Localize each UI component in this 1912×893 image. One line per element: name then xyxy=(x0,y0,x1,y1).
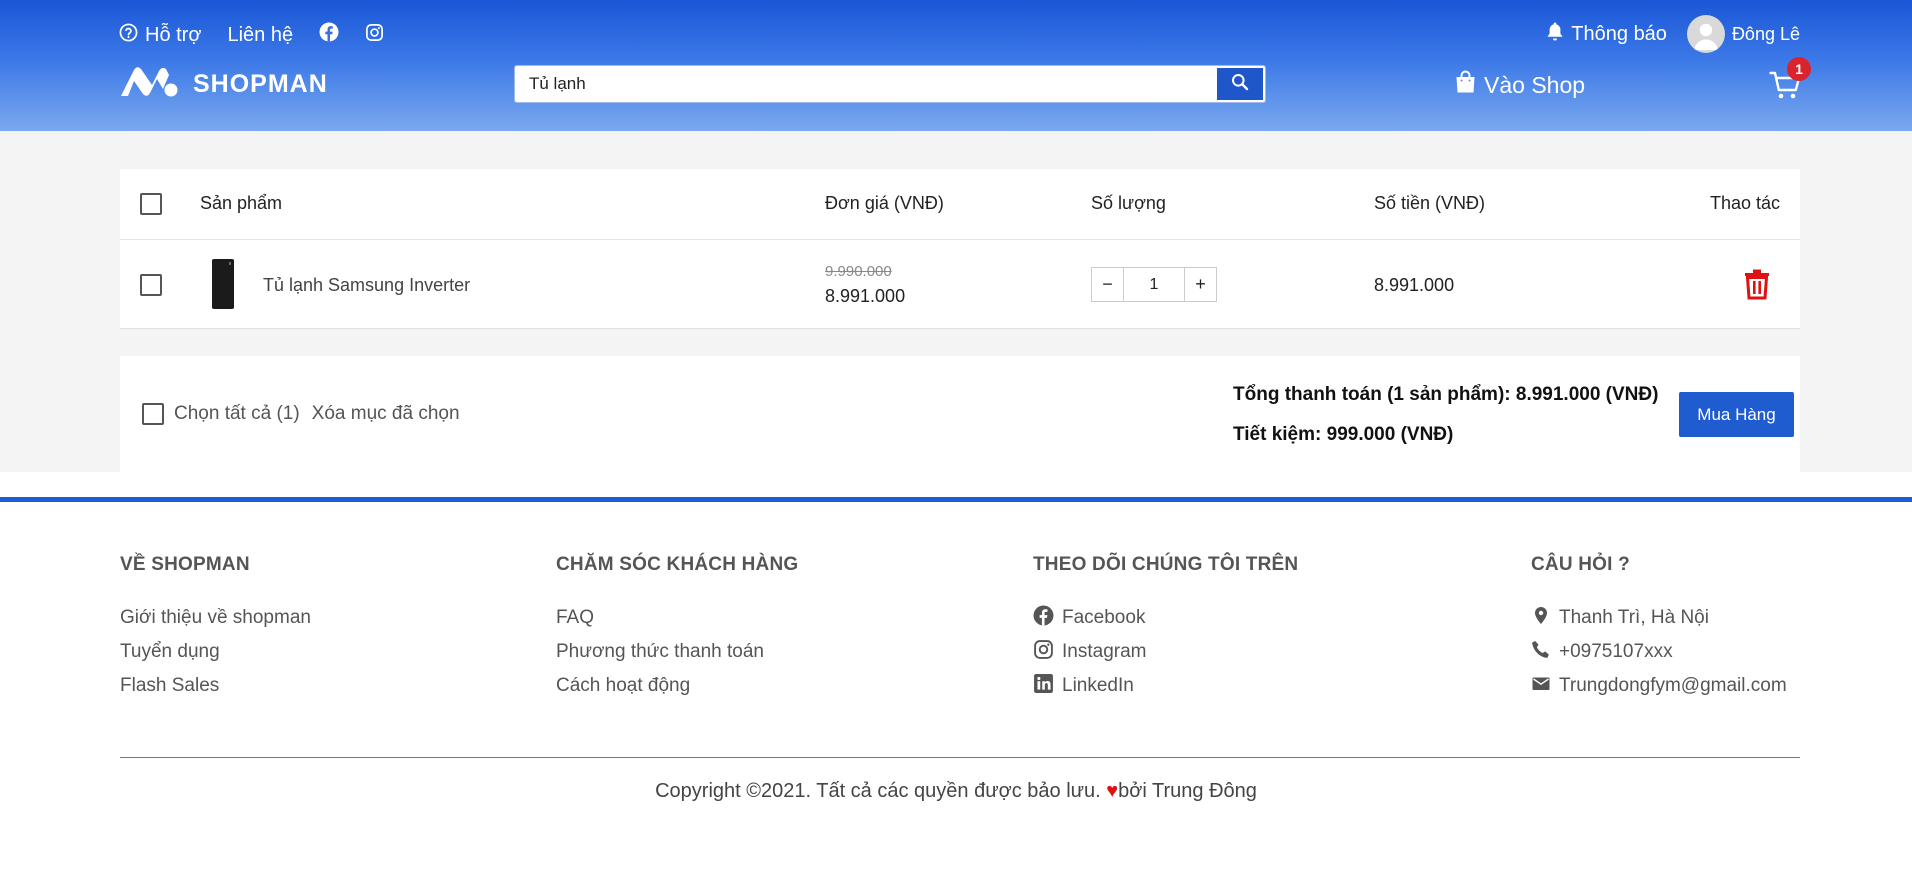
footer-questions-column: CÂU HỎI ? Thanh Trì, Hà Nội +0975107xxx … xyxy=(1531,554,1787,703)
footer-divider xyxy=(120,757,1800,758)
support-link[interactable]: Hỗ trợ xyxy=(119,23,201,48)
product-name[interactable]: Tủ lạnh Samsung Inverter xyxy=(263,275,470,296)
footer-care-column: CHĂM SÓC KHÁCH HÀNG FAQ Phương thức than… xyxy=(556,554,798,703)
savings: Tiết kiệm: 999.000 (VNĐ) xyxy=(1233,424,1454,445)
contact-label: Liên hệ xyxy=(227,23,294,46)
header-top-right: Thông báo Đông Lê xyxy=(1546,15,1800,53)
item-checkbox[interactable] xyxy=(140,274,162,296)
trash-icon xyxy=(1742,269,1772,304)
mail-icon xyxy=(1531,673,1551,700)
footer-link-facebook[interactable]: Facebook xyxy=(1033,601,1298,635)
footer-instagram-label: Instagram xyxy=(1062,641,1147,662)
copyright: Copyright ©2021. Tất cả các quyền được b… xyxy=(0,780,1912,803)
footer-link-instagram[interactable]: Instagram xyxy=(1033,635,1298,669)
footer-linkedin-label: LinkedIn xyxy=(1062,675,1134,696)
footer-follow-title: THEO DÕI CHÚNG TÔI TRÊN xyxy=(1033,554,1299,575)
copyright-author: bởi Trung Đông xyxy=(1118,780,1257,802)
footer-email[interactable]: Trungdongfym@gmail.com xyxy=(1531,669,1787,703)
search-icon xyxy=(1231,73,1249,96)
search-input[interactable] xyxy=(517,68,1217,100)
footer-email-text: Trungdongfym@gmail.com xyxy=(1559,675,1787,696)
column-quantity: Số lượng xyxy=(1091,193,1166,213)
bell-icon xyxy=(1546,21,1564,47)
footer-link-about[interactable]: Giới thiệu về shopman xyxy=(120,601,311,635)
footer-link-how-it-works[interactable]: Cách hoạt động xyxy=(556,669,798,703)
product-image[interactable] xyxy=(212,259,234,309)
footer-address-text: Thanh Trì, Hà Nội xyxy=(1559,607,1709,628)
quantity-increase-button[interactable]: + xyxy=(1184,268,1216,301)
cart-summary: Chọn tất cả (1) Xóa mục đã chọn Tổng tha… xyxy=(120,356,1800,472)
quantity-decrease-button[interactable]: − xyxy=(1092,268,1124,301)
phone-icon xyxy=(1531,639,1551,666)
facebook-link[interactable] xyxy=(319,22,339,48)
cart-table-header: Sản phẩm Đơn giá (VNĐ) Số lượng Số tiền … xyxy=(120,169,1800,240)
footer-link-linkedin[interactable]: LinkedIn xyxy=(1033,669,1298,703)
footer-about-title: VỀ SHOPMAN xyxy=(120,554,250,575)
linkedin-icon xyxy=(1033,673,1054,700)
heart-icon: ♥ xyxy=(1106,780,1119,802)
shop-label: Vào Shop xyxy=(1484,71,1586,98)
shopman-logo[interactable]: SHOPMAN xyxy=(119,66,328,102)
user-name: Đông Lê xyxy=(1731,23,1800,44)
footer-questions-title: CÂU HỎI ? xyxy=(1531,554,1630,575)
instagram-link[interactable] xyxy=(365,23,384,48)
footer-phone-text: +0975107xxx xyxy=(1559,641,1673,662)
logo-m-icon xyxy=(119,65,181,104)
column-unit-price: Đơn giá (VNĐ) xyxy=(825,193,944,213)
select-all-checkbox-top[interactable] xyxy=(140,193,162,215)
footer-link-faq[interactable]: FAQ xyxy=(556,601,798,635)
cart-icon xyxy=(1769,71,1801,104)
support-label: Hỗ trợ xyxy=(145,23,202,46)
shopping-bag-icon xyxy=(1455,70,1476,100)
select-all-group: Chọn tất cả (1) Xóa mục đã chọn xyxy=(142,403,460,425)
contact-link[interactable]: Liên hệ xyxy=(227,24,293,47)
footer-facebook-label: Facebook xyxy=(1062,607,1146,628)
instagram-icon xyxy=(365,23,384,48)
site-header: Hỗ trợ Liên hệ Thông báo Đông Lê SHOPMAN… xyxy=(0,0,1912,131)
header-top-left: Hỗ trợ Liên hệ xyxy=(119,21,384,49)
footer-address: Thanh Trì, Hà Nội xyxy=(1531,601,1787,635)
item-subtotal: 8.991.000 xyxy=(1374,275,1455,295)
footer-phone[interactable]: +0975107xxx xyxy=(1531,635,1787,669)
facebook-icon xyxy=(319,22,339,48)
quantity-input[interactable] xyxy=(1124,268,1184,301)
footer-follow-column: THEO DÕI CHÚNG TÔI TRÊN Facebook Instagr… xyxy=(1033,554,1298,703)
user-menu[interactable]: Đông Lê xyxy=(1686,15,1800,53)
user-avatar-icon xyxy=(1686,15,1725,53)
select-all-label[interactable]: Chọn tất cả (1) xyxy=(174,403,300,425)
cart-table: Sản phẩm Đơn giá (VNĐ) Số lượng Số tiền … xyxy=(120,169,1800,329)
search-bar xyxy=(515,66,1265,102)
column-product: Sản phẩm xyxy=(200,193,283,213)
cart-item-row: Tủ lạnh Samsung Inverter 9.990.000 8.991… xyxy=(120,240,1800,329)
footer-link-flash-sales[interactable]: Flash Sales xyxy=(120,669,311,703)
column-amount: Số tiền (VNĐ) xyxy=(1374,193,1486,213)
logo-text: SHOPMAN xyxy=(193,69,328,98)
copyright-text: Copyright ©2021. Tất cả các quyền được b… xyxy=(655,780,1101,802)
question-circle-icon xyxy=(119,23,138,48)
unit-price: 8.991.000 xyxy=(825,286,906,306)
facebook-icon xyxy=(1033,605,1054,632)
map-pin-icon xyxy=(1531,605,1551,632)
instagram-icon xyxy=(1033,639,1054,666)
select-all-checkbox[interactable] xyxy=(142,403,164,425)
footer-care-title: CHĂM SÓC KHÁCH HÀNG xyxy=(556,554,799,575)
search-button[interactable] xyxy=(1217,68,1263,100)
notification-link[interactable]: Thông báo xyxy=(1546,21,1667,47)
cart-count-badge: 1 xyxy=(1787,57,1811,81)
footer-link-careers[interactable]: Tuyển dụng xyxy=(120,635,311,669)
footer-link-payment-methods[interactable]: Phương thức thanh toán xyxy=(556,635,798,669)
old-price: 9.990.000 xyxy=(825,263,892,280)
footer-top-border xyxy=(0,497,1912,502)
shop-link[interactable]: Vào Shop xyxy=(1455,70,1585,100)
buy-button[interactable]: Mua Hàng xyxy=(1679,392,1794,437)
footer-about-column: VỀ SHOPMAN Giới thiệu về shopman Tuyển d… xyxy=(120,554,311,703)
delete-selected-link[interactable]: Xóa mục đã chọn xyxy=(312,403,460,425)
notification-label: Thông báo xyxy=(1571,22,1667,45)
total-payment: Tổng thanh toán (1 sản phẩm): 8.991.000 … xyxy=(1233,384,1659,405)
quantity-stepper: − + xyxy=(1091,267,1217,302)
column-actions: Thao tác xyxy=(1710,193,1781,213)
delete-item-button[interactable] xyxy=(1742,268,1772,300)
